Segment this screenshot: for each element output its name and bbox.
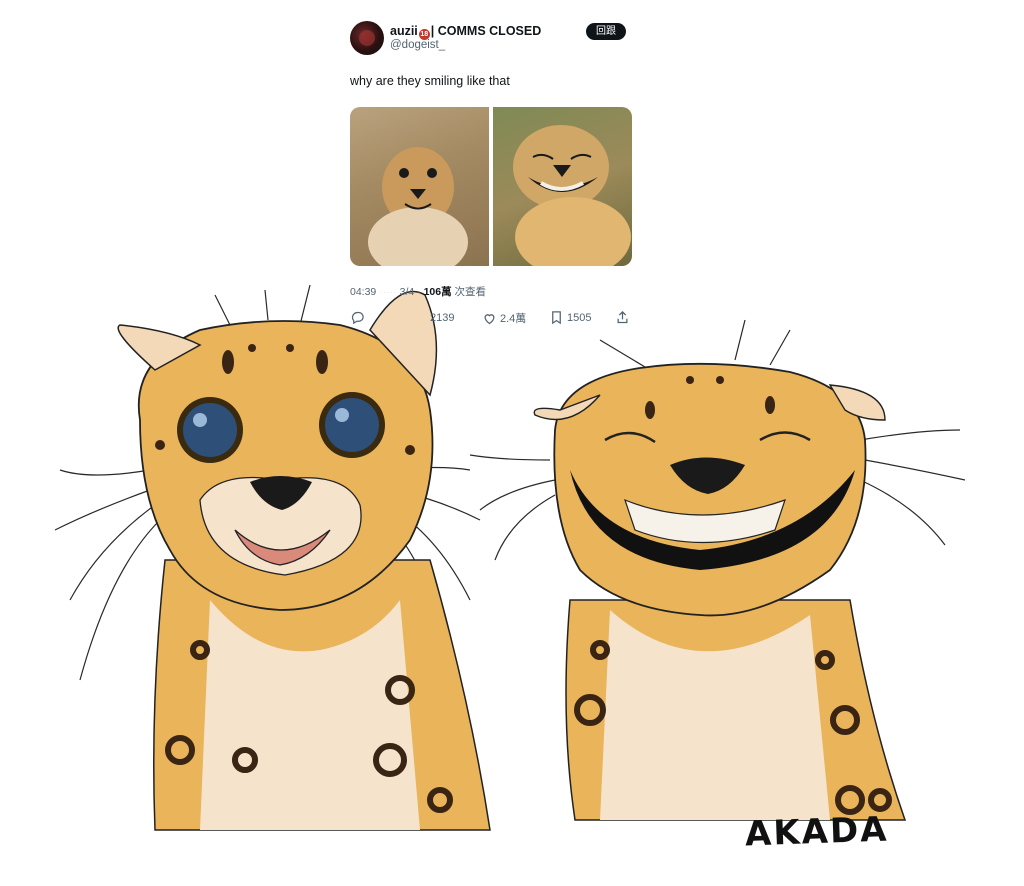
- photo-left-cheetah[interactable]: [350, 107, 489, 266]
- retweet-count: 2139: [430, 311, 455, 324]
- tweet-media[interactable]: [350, 107, 632, 266]
- right-cheetah-drawing: [469, 319, 966, 821]
- display-name-row[interactable]: auzii 18 | COMMS CLOSED: [390, 24, 541, 40]
- share-icon: [617, 310, 628, 324]
- heart-icon: [484, 313, 495, 324]
- display-name-suffix[interactable]: | COMMS CLOSED: [431, 24, 541, 38]
- reply-icon: [351, 311, 364, 325]
- tweet-time[interactable]: 04:39: [350, 286, 376, 298]
- avatar[interactable]: [350, 21, 384, 55]
- tweet-text: why are they smiling like that: [350, 74, 510, 88]
- bookmark-action[interactable]: 1505: [549, 310, 591, 325]
- left-cheetah-drawing: [54, 284, 491, 831]
- like-count: 2.4萬: [500, 313, 527, 325]
- display-name[interactable]: auzii: [390, 24, 418, 38]
- share-action[interactable]: [615, 310, 630, 325]
- views-count: 106萬: [423, 286, 452, 298]
- user-handle[interactable]: @dogeist_: [390, 39, 445, 51]
- reply-action[interactable]: [350, 310, 368, 325]
- follow-back-button[interactable]: 回跟: [586, 23, 626, 40]
- bookmark-count: 1505: [567, 311, 592, 324]
- retweet-action[interactable]: 2139: [412, 310, 454, 325]
- views-label: 次查看: [454, 286, 487, 298]
- bookmark-icon: [552, 311, 561, 325]
- photo-right-cheetah[interactable]: [493, 107, 632, 266]
- artist-signature: AKADA: [744, 809, 890, 855]
- tweet-actions: 2139 2.4萬 1505: [350, 310, 635, 328]
- like-action[interactable]: 2.4萬: [482, 310, 526, 326]
- tweet-date[interactable]: 3/4: [400, 286, 415, 298]
- tweet-meta: 04:39 ····· 3/4 · 106萬 次查看: [350, 286, 487, 298]
